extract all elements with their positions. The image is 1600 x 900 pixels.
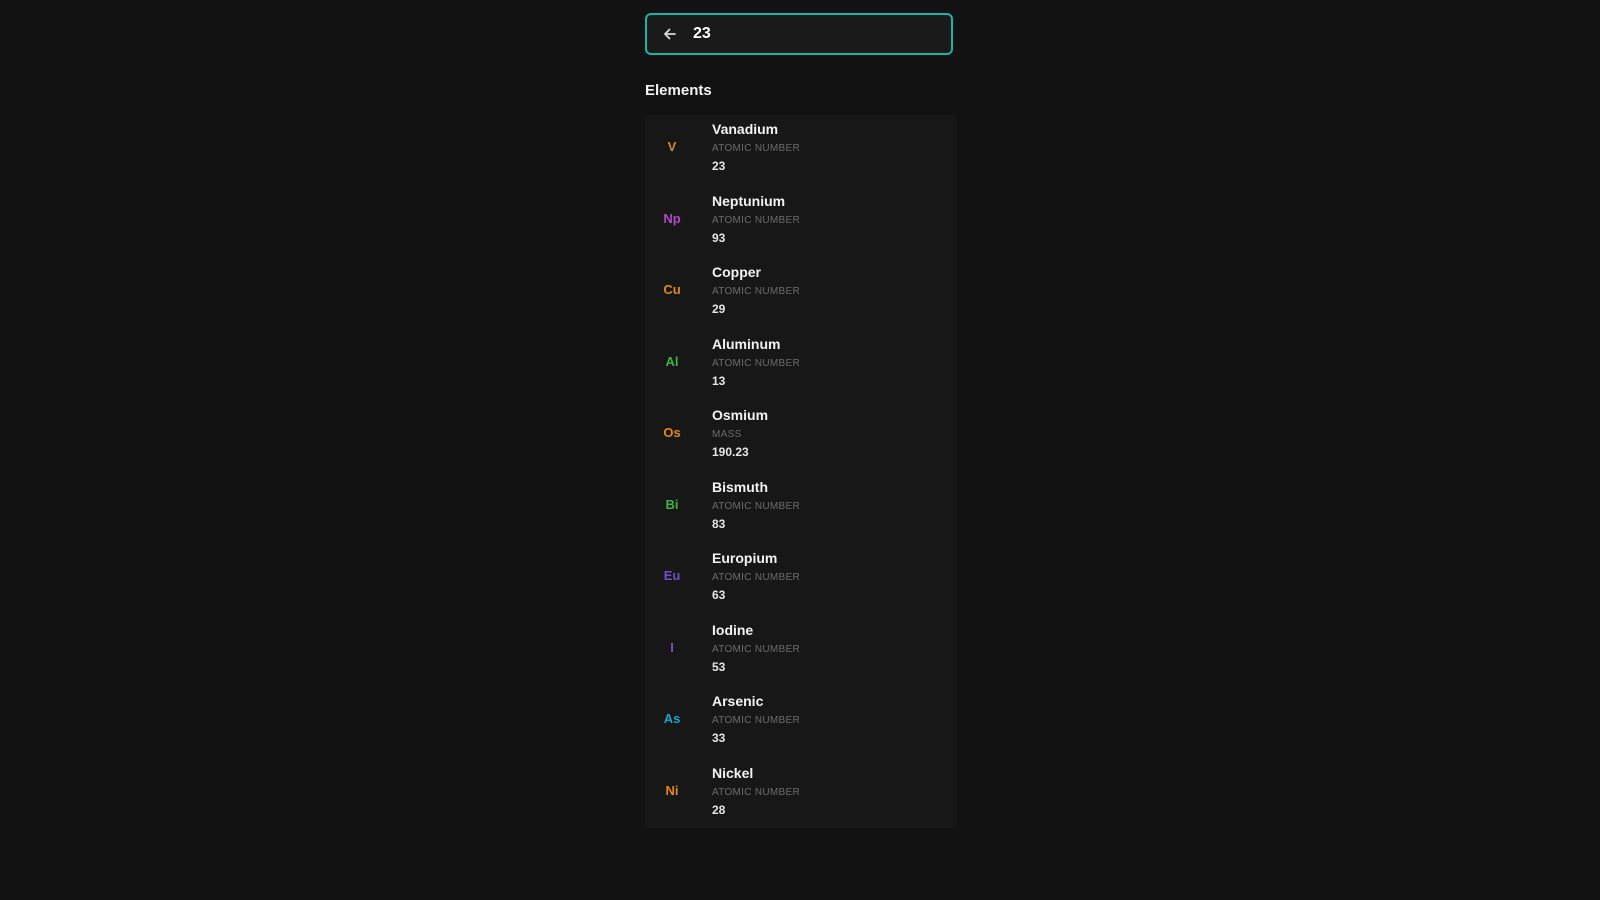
- list-item[interactable]: Al Aluminum ATOMIC NUMBER 13: [645, 330, 957, 402]
- list-item[interactable]: Eu Europium ATOMIC NUMBER 63: [645, 544, 957, 616]
- element-name: Vanadium: [712, 121, 779, 137]
- element-property-label: ATOMIC NUMBER: [712, 786, 800, 798]
- element-name: Nickel: [712, 764, 754, 781]
- arrow-left-icon: [664, 28, 676, 40]
- element-symbol: As: [663, 711, 681, 726]
- element-property-label: ATOMIC NUMBER: [712, 572, 800, 583]
- element-property-label: ATOMIC NUMBER: [712, 643, 800, 655]
- section-title: Elements: [645, 82, 712, 99]
- element-symbol: Os: [663, 425, 681, 440]
- element-property-value: 28: [712, 802, 726, 817]
- element-property-label: ATOMIC NUMBER: [712, 214, 800, 226]
- list-item[interactable]: Bi Bismuth ATOMIC NUMBER 83: [645, 473, 957, 545]
- element-property-value: 33: [712, 731, 726, 745]
- list-item[interactable]: As Arsenic ATOMIC NUMBER 33: [645, 687, 957, 759]
- element-property-value: 23: [712, 159, 726, 173]
- list-item[interactable]: Np Neptunium ATOMIC NUMBER 93: [645, 187, 957, 259]
- element-symbol: I: [670, 639, 674, 655]
- element-property-value: 93: [712, 230, 726, 245]
- results-list: V Vanadium ATOMIC NUMBER 23 Np Neptunium…: [645, 115, 957, 828]
- element-symbol: Al: [665, 353, 679, 369]
- element-property-value: 83: [712, 516, 726, 531]
- element-property-label: ATOMIC NUMBER: [712, 143, 800, 154]
- element-symbol: Np: [663, 210, 681, 226]
- element-symbol: Eu: [663, 568, 681, 583]
- element-name: Europium: [712, 550, 778, 566]
- element-property-value: 63: [712, 588, 726, 602]
- element-symbol: V: [667, 139, 677, 154]
- element-property-value: 29: [712, 302, 726, 316]
- element-name: Iodine: [712, 621, 754, 638]
- element-property-value: 53: [712, 659, 726, 674]
- element-symbol: Cu: [663, 282, 681, 297]
- list-item[interactable]: Cu Copper ATOMIC NUMBER 29: [645, 258, 957, 330]
- element-name: Copper: [712, 264, 761, 280]
- element-property-value: 13: [712, 373, 726, 388]
- list-item[interactable]: V Vanadium ATOMIC NUMBER 23: [645, 115, 957, 187]
- search-bar: [645, 13, 953, 55]
- element-property-label: ATOMIC NUMBER: [712, 500, 800, 512]
- element-property-label: ATOMIC NUMBER: [712, 286, 800, 297]
- element-symbol: Ni: [665, 782, 679, 798]
- list-item[interactable]: Os Osmium MASS 190.23: [645, 401, 957, 473]
- element-property-label: ATOMIC NUMBER: [712, 715, 800, 726]
- element-property-label: ATOMIC NUMBER: [712, 357, 800, 369]
- search-input[interactable]: [693, 15, 951, 53]
- element-property-value: 190.23: [712, 445, 749, 459]
- element-symbol: Bi: [665, 496, 679, 512]
- element-name: Arsenic: [712, 693, 764, 709]
- element-name: Osmium: [712, 407, 769, 423]
- list-item[interactable]: Ni Nickel ATOMIC NUMBER 28: [645, 759, 957, 831]
- element-name: Neptunium: [712, 192, 786, 209]
- element-property-label: MASS: [712, 429, 742, 440]
- element-name: Bismuth: [712, 478, 768, 495]
- element-name: Aluminum: [712, 335, 781, 352]
- back-button[interactable]: [647, 15, 693, 53]
- list-item[interactable]: I Iodine ATOMIC NUMBER 53: [645, 616, 957, 688]
